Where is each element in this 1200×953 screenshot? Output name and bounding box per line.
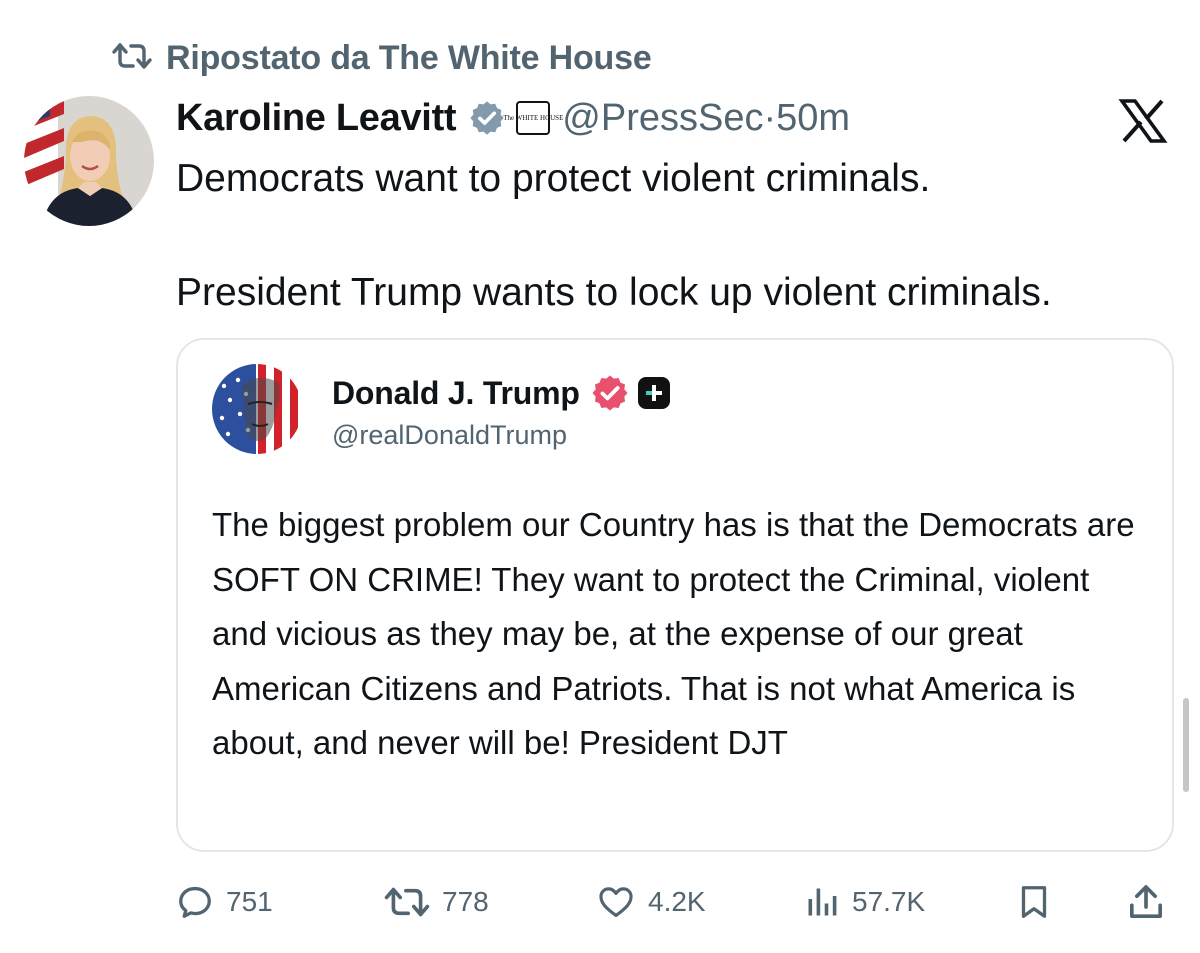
repost-attribution[interactable]: Ripostato da The White House (112, 36, 652, 80)
quoted-post-card[interactable]: Donald J. Trump @realDonaldTrump The big… (176, 338, 1174, 852)
affiliate-badge-text: The WHITE HOUSE (503, 114, 564, 122)
x-logo-icon (1118, 98, 1168, 144)
verified-badge-icon[interactable] (468, 99, 506, 137)
quoted-author-handle[interactable]: @realDonaldTrump (332, 420, 567, 451)
scrollbar-thumb[interactable] (1183, 698, 1189, 792)
reply-button[interactable]: 751 (176, 876, 273, 928)
views-button[interactable]: 57.7K (804, 876, 925, 928)
views-icon (808, 888, 837, 916)
repost-button[interactable]: 778 (384, 876, 489, 928)
view-count: 57.7K (852, 886, 926, 917)
tweet-line-2: President Trump wants to lock up violent… (176, 271, 1052, 314)
tweet-header: Karoline Leavitt The WHITE HOUSE @PressS… (176, 90, 850, 146)
like-button[interactable]: 4.2K (596, 876, 706, 928)
like-count: 4.2K (648, 886, 706, 917)
repost-label: Ripostato da The White House (166, 38, 652, 77)
post-time[interactable]: 50m (776, 97, 850, 139)
quoted-post-text: The biggest problem our Country has is t… (212, 506, 1135, 762)
author-handle[interactable]: @PressSec (562, 97, 763, 139)
repost-count: 778 (442, 886, 489, 917)
handle-and-time: @PressSec·50m (562, 97, 850, 140)
author-name[interactable]: Karoline Leavitt (176, 97, 457, 140)
bookmark-button[interactable] (1016, 876, 1052, 928)
quoted-author-avatar[interactable] (212, 364, 302, 454)
reply-count: 751 (226, 886, 273, 917)
bookmark-icon (1021, 886, 1047, 918)
repost-icon (112, 41, 152, 76)
platform-plus-icon[interactable] (637, 377, 670, 409)
quoted-author-name[interactable]: Donald J. Trump (332, 375, 580, 412)
author-avatar[interactable] (24, 96, 154, 226)
share-icon (1130, 885, 1162, 918)
pink-verified-badge-icon[interactable] (590, 373, 630, 413)
repost-icon (384, 887, 430, 917)
share-button[interactable] (1126, 876, 1166, 928)
action-bar: 751 778 4.2K 57.7K (176, 876, 1172, 928)
quoted-header: Donald J. Trump (332, 370, 670, 416)
heart-icon (599, 887, 633, 918)
white-house-affiliate-badge[interactable]: The WHITE HOUSE (503, 101, 563, 135)
reply-icon (179, 886, 211, 918)
tweet-text: Democrats want to protect violent crimin… (176, 150, 1186, 321)
tweet-line-1: Democrats want to protect violent crimin… (176, 157, 931, 200)
separator-dot: · (763, 96, 777, 139)
